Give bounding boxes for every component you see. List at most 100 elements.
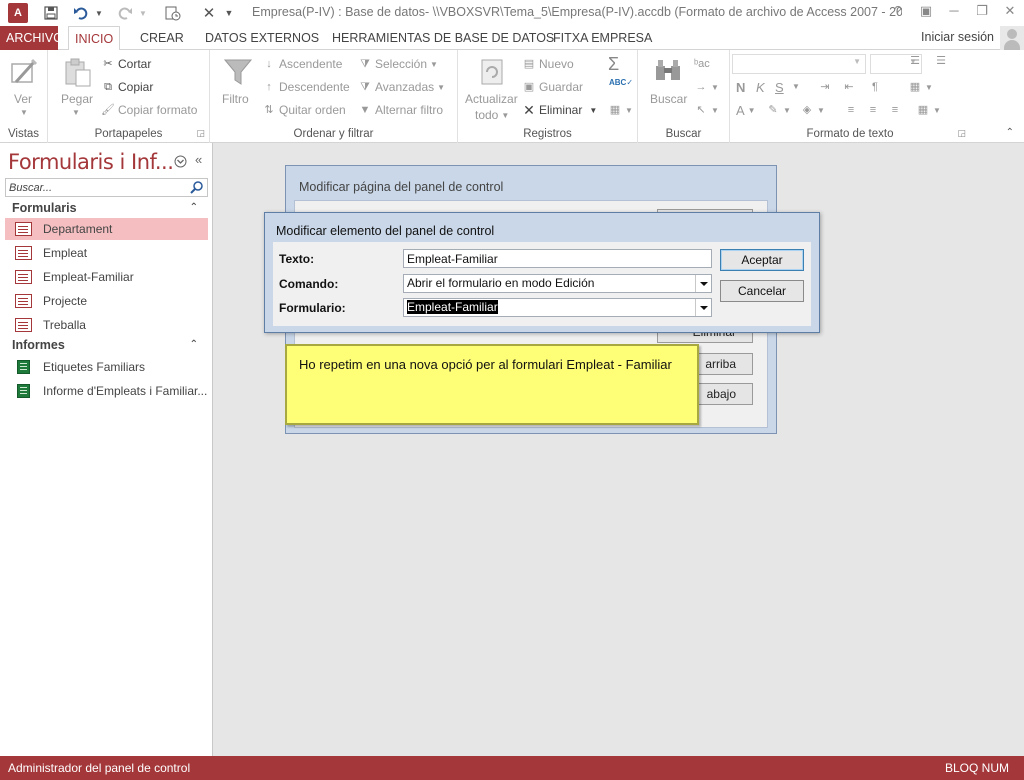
outdent-icon[interactable]: ⇤ <box>842 80 856 94</box>
more-dropdown-icon: ▼ <box>625 105 633 115</box>
user-avatar[interactable] <box>1000 26 1024 50</box>
texto-field[interactable] <box>403 249 712 268</box>
tab-inicio[interactable]: INICIO <box>68 26 121 51</box>
alternar-filtro-button[interactable]: ▼ Alternar filtro <box>358 103 443 117</box>
access-app-icon[interactable]: A <box>8 3 28 23</box>
ver-button[interactable]: Ver <box>14 92 32 106</box>
align-center-icon[interactable]: ≡ <box>866 103 880 117</box>
search-icon[interactable] <box>189 180 205 196</box>
format-painter-icon: 🖌 <box>101 104 115 116</box>
form-icon <box>15 294 32 308</box>
goto-icon[interactable]: → ▼ <box>694 80 719 94</box>
alt-row-color-icon[interactable]: ▦ ▼ <box>916 103 941 117</box>
underline-button[interactable]: S <box>775 80 784 95</box>
close-icon[interactable]: ✕ <box>996 3 1024 19</box>
seleccion-button[interactable]: ⧩ Selección ▼ <box>358 57 438 71</box>
bold-button[interactable]: N <box>736 80 745 95</box>
collapse-ribbon-icon[interactable]: ⌃ <box>1006 127 1014 138</box>
text-format-launcher-icon[interactable]: ◲ <box>957 128 966 139</box>
filter-icon <box>222 56 254 88</box>
aceptar-button[interactable]: Aceptar <box>720 249 804 271</box>
buscar-button[interactable]: Buscar <box>650 92 687 106</box>
nav-item-projecte[interactable]: Projecte <box>5 290 208 312</box>
restore-icon[interactable]: ❐ <box>968 3 996 19</box>
cancelar-button[interactable]: Cancelar <box>720 280 804 302</box>
pegar-dropdown-icon[interactable]: ▼ <box>72 108 80 117</box>
tab-crear[interactable]: CREAR <box>134 26 190 50</box>
ribbon-display-icon[interactable]: ▣ <box>912 3 940 19</box>
chevron-up-icon: ⌃ <box>189 202 198 213</box>
guardar-button[interactable]: ▣ Guardar <box>522 80 583 94</box>
align-left-icon[interactable]: ≡ <box>844 103 858 117</box>
nav-item-empleat-familiar[interactable]: Empleat-Familiar <box>5 266 208 288</box>
undo-icon[interactable] <box>68 2 94 24</box>
select-icon[interactable]: ↖ ▼ <box>694 103 719 117</box>
tab-fitxa-empresa[interactable]: FITXA EMPRESA <box>547 26 658 50</box>
eliminar-button[interactable]: ✕ Eliminar ▼ <box>522 103 597 117</box>
save-icon[interactable] <box>38 2 64 24</box>
totals-sigma-icon[interactable]: Σ <box>608 54 619 75</box>
toggle-filter-icon: ▼ <box>359 104 371 116</box>
quitar-orden-button[interactable]: ⇅ Quitar orden <box>262 103 345 117</box>
more-records-icon[interactable]: ▦ ▼ <box>608 103 633 117</box>
nav-pane-title[interactable]: Formularis i Inf... <box>8 150 174 174</box>
nav-item-empleat[interactable]: Empleat <box>5 242 208 264</box>
descendente-button[interactable]: ↑ Descendente <box>262 80 349 94</box>
replace-icon[interactable]: ᵇac <box>694 57 710 71</box>
nav-item-departament[interactable]: Departament <box>5 218 208 240</box>
spelling-icon[interactable]: ABC✓ <box>609 78 633 87</box>
sign-in-link[interactable]: Iniciar sesión <box>921 30 994 44</box>
texto-input[interactable] <box>407 250 711 267</box>
actualizar-todo-label[interactable]: todo ▼ <box>475 108 509 122</box>
redo-icon[interactable] <box>112 2 138 24</box>
nav-menu-chevron-icon[interactable] <box>174 155 187 171</box>
italic-button[interactable]: K <box>756 80 765 95</box>
pegar-button[interactable]: Pegar <box>61 92 93 106</box>
chevron-down-icon[interactable] <box>695 299 711 316</box>
filtro-button[interactable]: Filtro <box>222 92 249 106</box>
paragraph-icon[interactable]: ¶ <box>868 80 882 94</box>
tab-archivo[interactable]: ARCHIVO <box>0 26 63 50</box>
nav-collapse-icon[interactable]: « <box>195 152 202 167</box>
formulario-select[interactable]: Empleat-Familiar <box>403 298 712 317</box>
list-bullets-icon[interactable]: ☰ <box>908 54 922 68</box>
fill-color-button[interactable]: ◈ ▼ <box>800 103 825 117</box>
tab-datos-externos[interactable]: DATOS EXTERNOS <box>199 26 325 50</box>
close-object-icon[interactable]: ✕ <box>196 2 222 24</box>
copiar-formato-button[interactable]: 🖌 Copiar formato <box>101 103 197 117</box>
gridlines-icon[interactable]: ▦ ▼ <box>908 80 933 94</box>
nav-item-etiquetes-familiars[interactable]: Etiquetes Familiars <box>5 356 208 378</box>
cortar-button[interactable]: ✂ Cortar <box>101 57 151 71</box>
copiar-button[interactable]: ⧉ Copiar <box>101 80 153 94</box>
nav-item-informe-empleats[interactable]: Informe d'Empleats i Familiar... <box>5 380 208 402</box>
align-right-icon[interactable]: ≡ <box>888 103 902 117</box>
section-informes[interactable]: Informes ⌃ <box>5 335 208 355</box>
section-informes-label: Informes <box>12 338 65 352</box>
chevron-down-icon[interactable] <box>695 275 711 292</box>
form-icon <box>15 222 32 236</box>
list-numbers-icon[interactable]: ☰ <box>934 54 948 68</box>
customize-qat-icon[interactable]: ▼ <box>222 2 236 24</box>
tab-herramientas[interactable]: HERRAMIENTAS DE BASE DE DATOS <box>326 26 560 50</box>
highlight-button[interactable]: ✎ ▼ <box>766 103 791 117</box>
undo-dropdown-icon[interactable]: ▼ <box>94 2 104 24</box>
ver-dropdown-icon[interactable]: ▼ <box>20 108 28 117</box>
minimize-icon[interactable]: ─ <box>940 3 968 19</box>
nuevo-button[interactable]: ▤ Nuevo <box>522 57 574 71</box>
ascendente-button[interactable]: ↓ Ascendente <box>262 57 342 71</box>
indent-icon[interactable]: ⇥ <box>818 80 832 94</box>
font-color-button[interactable]: A ▼ <box>736 103 756 118</box>
underline-dropdown-icon[interactable]: ▼ <box>792 82 800 91</box>
nav-search-box <box>5 178 208 197</box>
redo-dropdown-icon[interactable]: ▼ <box>138 2 148 24</box>
help-icon[interactable]: ? <box>884 3 912 19</box>
comando-select[interactable]: Abrir el formulario en modo Edición <box>403 274 712 293</box>
section-formularis[interactable]: Formularis ⌃ <box>5 198 208 218</box>
nav-search-input[interactable] <box>6 179 186 196</box>
actualizar-button[interactable]: Actualizar <box>465 92 518 106</box>
font-name-select[interactable]: ▼ <box>732 54 866 74</box>
switchboard-icon[interactable] <box>160 2 186 24</box>
clipboard-launcher-icon[interactable]: ◲ <box>196 128 205 139</box>
avanzadas-button[interactable]: ⧩ Avanzadas ▼ <box>358 80 445 94</box>
nav-item-treballa[interactable]: Treballa <box>5 314 208 336</box>
